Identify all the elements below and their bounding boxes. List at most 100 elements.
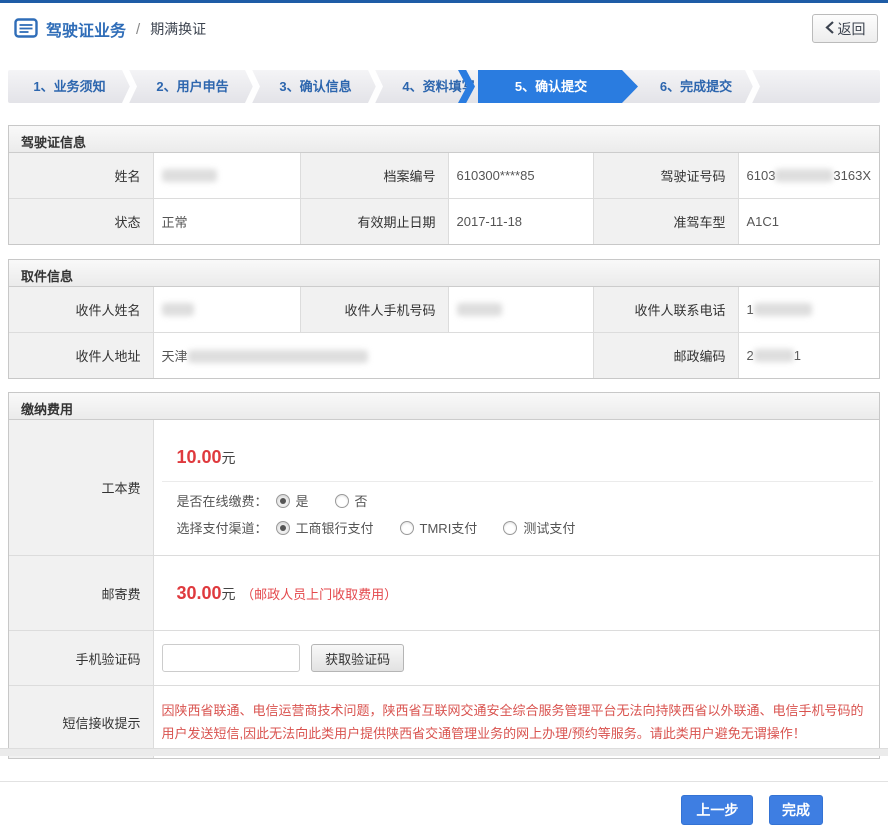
postcode-label: 邮政编码 (593, 333, 738, 379)
captcha-input[interactable] (162, 644, 300, 672)
license-panel-title: 驾驶证信息 (9, 126, 879, 153)
recipient-name-value (153, 287, 300, 333)
recipient-name-label: 收件人姓名 (9, 287, 153, 333)
radio-checked-icon[interactable] (276, 521, 290, 535)
online-payment-label: 是否在线缴费： (177, 491, 268, 510)
back-button-label: 返回 (838, 19, 866, 39)
vehicle-class-value: A1C1 (738, 199, 879, 245)
status-value: 正常 (153, 199, 300, 245)
breadcrumb-separator: / (134, 21, 142, 38)
table-row: 状态 正常 有效期止日期 2017-11-18 准驾车型 A1C1 (9, 199, 879, 245)
captcha-label: 手机验证码 (9, 631, 153, 686)
postage-fee-amount-line: 30.00元 （邮政人员上门收取费用） (162, 569, 874, 617)
finish-button[interactable]: 完成 (769, 795, 823, 825)
table-row: 邮寄费 30.00元 （邮政人员上门收取费用） (9, 556, 879, 631)
chevron-left-icon (825, 21, 834, 37)
radio-unchecked-icon[interactable] (400, 521, 414, 535)
file-number-label: 档案编号 (300, 153, 448, 199)
postage-fee-amount: 30.00 (177, 583, 222, 603)
step-5-confirm-submit-active[interactable]: 5、确认提交 (478, 70, 638, 103)
license-info-table: 姓名 档案编号 610300****85 驾驶证号码 61033163X 状态 … (9, 153, 879, 244)
recipient-mobile-label: 收件人手机号码 (300, 287, 448, 333)
pickup-panel-title: 取件信息 (9, 260, 879, 287)
sms-notice-text: 因陕西省联通、电信运营商技术问题，陕西省互联网交通安全综合服务管理平台无法向持陕… (162, 699, 874, 745)
production-fee-amount-line: 10.00元 (162, 433, 874, 471)
redacted-text (457, 303, 502, 316)
name-value (153, 153, 300, 199)
table-row: 工本费 10.00元 是否在线缴费： 是 否 (9, 420, 879, 556)
previous-step-button[interactable]: 上一步 (681, 795, 753, 825)
back-button[interactable]: 返回 (812, 14, 878, 43)
postcode-value: 21 (738, 333, 879, 379)
production-fee-unit: 元 (222, 450, 236, 466)
bottom-strip (0, 748, 888, 756)
steps-filler (754, 70, 880, 103)
redacted-text (162, 303, 194, 316)
page-header: 驾驶证业务 / 期满换证 返回 (0, 3, 888, 54)
redacted-text (188, 350, 368, 363)
page-subtitle: 期满换证 (150, 19, 206, 39)
payment-channel-label: 选择支付渠道： (177, 518, 268, 537)
channel-icbc-option[interactable]: 工商银行支付 (276, 518, 374, 537)
step-3-confirm-info[interactable]: 3、确认信息 (254, 70, 377, 103)
channel-icbc-label: 工商银行支付 (296, 518, 374, 537)
radio-unchecked-icon[interactable] (503, 521, 517, 535)
table-row: 手机验证码 获取验证码 (9, 631, 879, 686)
expiry-date-label: 有效期止日期 (300, 199, 448, 245)
online-payment-no-label: 否 (355, 491, 368, 510)
vehicle-class-label: 准驾车型 (593, 199, 738, 245)
postage-fee-note: （邮政人员上门收取费用） (241, 587, 397, 602)
channel-tmri-option[interactable]: TMRI支付 (400, 518, 478, 537)
production-fee-cell: 10.00元 是否在线缴费： 是 否 选择支付渠道： (153, 420, 879, 556)
radio-checked-icon[interactable] (276, 494, 290, 508)
online-payment-row: 是否在线缴费： 是 否 (162, 488, 874, 515)
step-6-complete-submit[interactable]: 6、完成提交 (638, 70, 754, 103)
step-2-user-declaration[interactable]: 2、用户申告 (131, 70, 254, 103)
step-1-business-notice[interactable]: 1、业务须知 (8, 70, 131, 103)
recipient-phone-value: 1 (738, 287, 879, 333)
payment-channel-row: 选择支付渠道： 工商银行支付 TMRI支付 测试支付 (162, 515, 874, 542)
license-number-value: 61033163X (738, 153, 879, 199)
name-label: 姓名 (9, 153, 153, 199)
license-info-panel: 驾驶证信息 姓名 档案编号 610300****85 驾驶证号码 6103316… (8, 125, 880, 245)
pickup-info-panel: 取件信息 收件人姓名 收件人手机号码 收件人联系电话 1 收件人地址 天津 邮政… (8, 259, 880, 379)
postage-fee-label: 邮寄费 (9, 556, 153, 631)
fees-panel-title: 缴纳费用 (9, 393, 879, 420)
table-row: 姓名 档案编号 610300****85 驾驶证号码 61033163X (9, 153, 879, 199)
table-row: 收件人姓名 收件人手机号码 收件人联系电话 1 (9, 287, 879, 333)
postage-fee-unit: 元 (222, 586, 236, 602)
step-wizard-bar: 1、业务须知 2、用户申告 3、确认信息 4、资料填写 5、确认提交 6、完成提… (8, 70, 880, 103)
fees-panel: 缴纳费用 工本费 10.00元 是否在线缴费： 是 否 (8, 392, 880, 759)
file-number-value: 610300****85 (448, 153, 593, 199)
redacted-text (775, 169, 833, 182)
expiry-date-value: 2017-11-18 (448, 199, 593, 245)
get-captcha-button[interactable]: 获取验证码 (311, 644, 404, 672)
captcha-cell: 获取验证码 (153, 631, 879, 686)
online-payment-yes-label: 是 (296, 491, 309, 510)
document-list-icon (14, 18, 38, 41)
recipient-address-value: 天津 (153, 333, 593, 379)
divider (162, 481, 874, 482)
redacted-text (754, 303, 812, 316)
production-fee-label: 工本费 (9, 420, 153, 556)
redacted-text (162, 169, 217, 182)
production-fee-amount: 10.00 (177, 447, 222, 467)
page-title: 驾驶证业务 (46, 17, 126, 41)
channel-test-label: 测试支付 (523, 518, 575, 537)
radio-unchecked-icon[interactable] (335, 494, 349, 508)
status-label: 状态 (9, 199, 153, 245)
online-payment-no-option[interactable]: 否 (335, 491, 368, 510)
recipient-phone-label: 收件人联系电话 (593, 287, 738, 333)
online-payment-yes-option[interactable]: 是 (276, 491, 309, 510)
fees-table: 工本费 10.00元 是否在线缴费： 是 否 (9, 420, 879, 758)
channel-tmri-label: TMRI支付 (420, 518, 478, 537)
recipient-mobile-value (448, 287, 593, 333)
table-row: 收件人地址 天津 邮政编码 21 (9, 333, 879, 379)
postage-fee-cell: 30.00元 （邮政人员上门收取费用） (153, 556, 879, 631)
pickup-info-table: 收件人姓名 收件人手机号码 收件人联系电话 1 收件人地址 天津 邮政编码 21 (9, 287, 879, 378)
footer-actions: 上一步 完成 (0, 782, 888, 825)
license-number-label: 驾驶证号码 (593, 153, 738, 199)
recipient-address-label: 收件人地址 (9, 333, 153, 379)
channel-test-option[interactable]: 测试支付 (503, 518, 575, 537)
redacted-text (754, 349, 794, 362)
